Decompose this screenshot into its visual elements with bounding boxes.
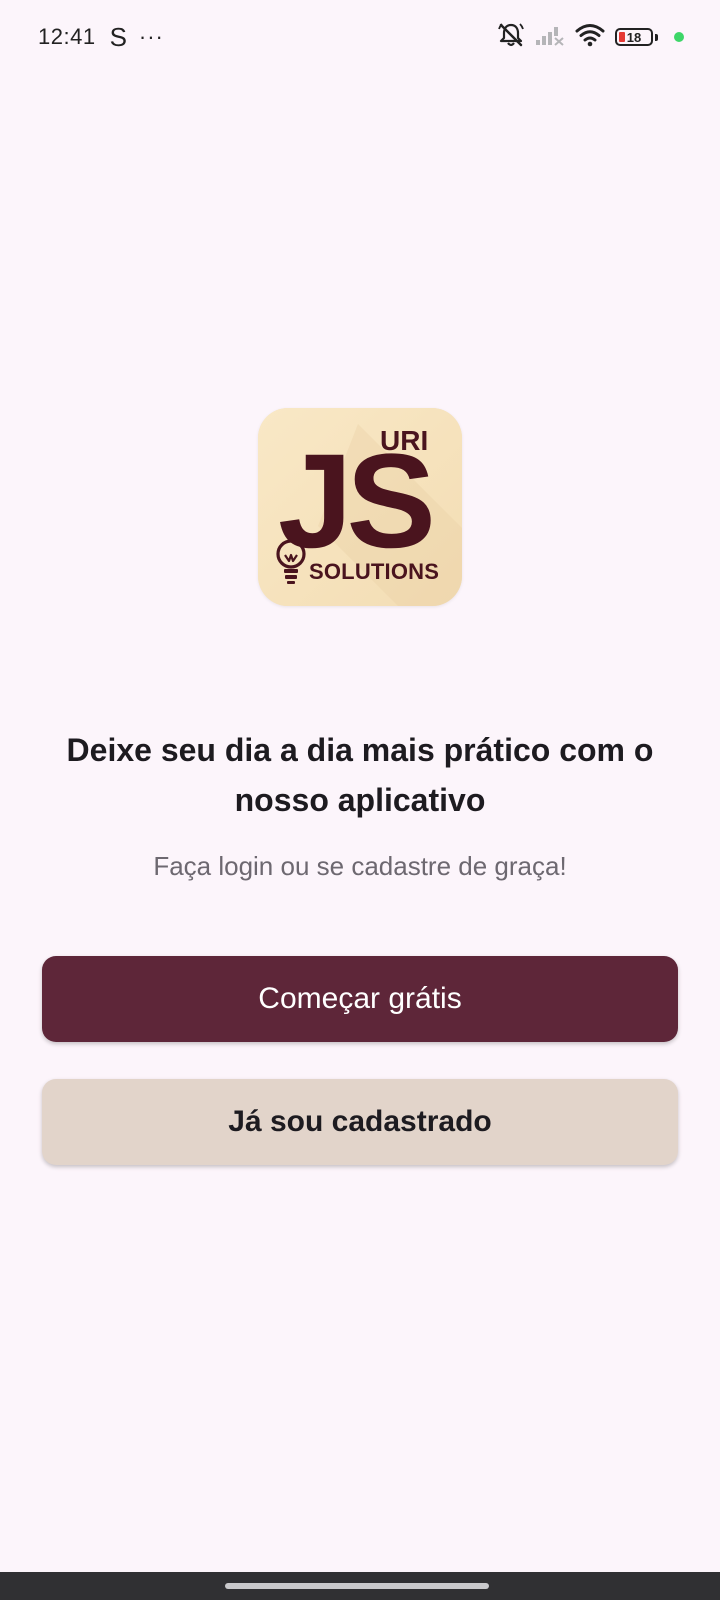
logo-uri-text: URI	[380, 425, 428, 456]
privacy-dot-icon	[674, 32, 684, 42]
app-indicator-icon: S	[109, 21, 127, 52]
status-bar-left: 12:41 S ···	[38, 22, 164, 52]
onboarding-headline: Deixe seu dia a dia mais prático com o n…	[66, 732, 654, 818]
more-notifications-icon: ···	[138, 24, 164, 49]
signal-icon	[535, 24, 565, 51]
status-time: 12:41	[38, 24, 96, 49]
logo-solutions-text: SOLUTIONS	[309, 559, 439, 584]
system-navigation-bar	[0, 1572, 720, 1600]
wifi-icon	[575, 23, 605, 52]
start-free-button[interactable]: Começar grátis	[42, 956, 678, 1042]
notifications-off-icon	[497, 22, 525, 53]
battery-level: 18	[626, 29, 642, 45]
app-logo: JS URI SOLUTIONS	[258, 408, 462, 606]
battery-icon: 18	[615, 28, 653, 46]
home-gesture-handle[interactable]	[225, 1583, 489, 1589]
already-registered-button[interactable]: Já sou cadastrado	[42, 1079, 678, 1165]
status-bar: 12:41 S ··· 18	[0, 0, 720, 72]
status-bar-right: 18	[497, 22, 684, 52]
battery-tip	[655, 33, 658, 41]
already-registered-button-label: Já sou cadastrado	[228, 1105, 492, 1138]
onboarding-subheadline: Faça login ou se cadastre de graça!	[153, 851, 567, 881]
start-free-button-label: Começar grátis	[258, 982, 462, 1015]
